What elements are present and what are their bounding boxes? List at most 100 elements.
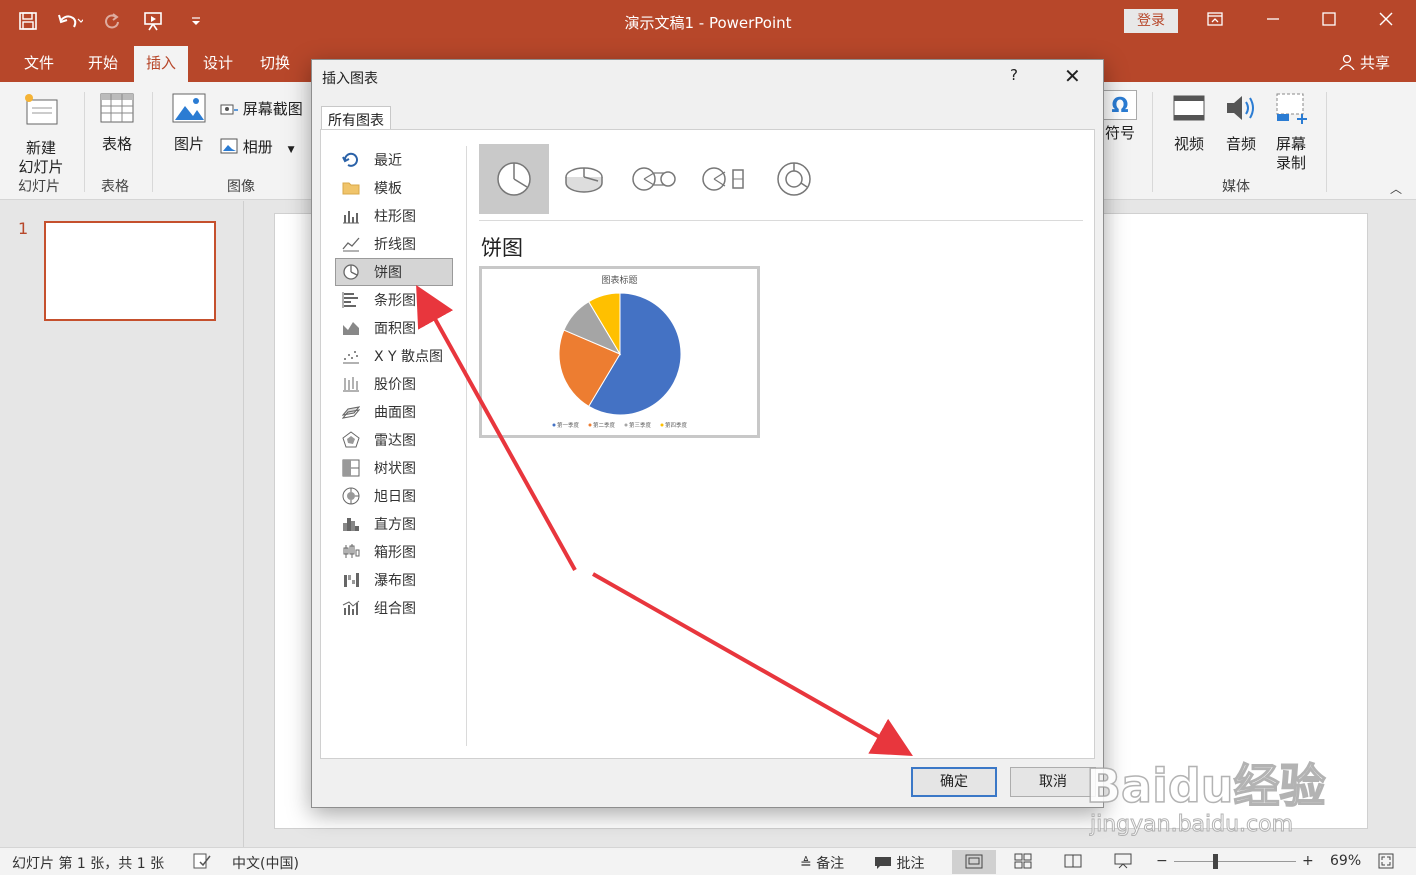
subtype-3d-pie[interactable]: [549, 144, 619, 214]
cancel-button[interactable]: 取消: [1010, 767, 1096, 797]
screen-recording-label: 屏幕 录制: [1275, 135, 1306, 172]
subtype-doughnut[interactable]: [759, 144, 829, 214]
insert-chart-dialog: 插入图表 ? ✕ 所有图表 最近 模板 柱形图 折线图 饼图 条形图 面积图 X Y 散点图股…: [311, 59, 1104, 808]
close-window-icon[interactable]: [1366, 6, 1406, 36]
chart-category-label: 柱形图: [374, 209, 416, 225]
video-button[interactable]: 视频: [1168, 90, 1210, 154]
ribbon-display-options-icon[interactable]: [1195, 6, 1235, 36]
chart-category-label: 组合图: [374, 601, 416, 617]
fit-slide-icon[interactable]: [1378, 853, 1394, 873]
chart-category-item[interactable]: X Y 散点图: [335, 342, 453, 370]
subtype-title: 饼图: [481, 236, 523, 260]
symbol-button[interactable]: Ω 符号: [1102, 90, 1138, 143]
chart-category-item[interactable]: 直方图: [335, 510, 453, 538]
normal-view-icon[interactable]: [952, 850, 996, 874]
chart-category-label: 模板: [374, 181, 402, 197]
chart-category-item[interactable]: 曲面图: [335, 398, 453, 426]
zoom-level[interactable]: 69%: [1330, 853, 1361, 869]
video-label: 视频: [1173, 135, 1204, 153]
language[interactable]: 中文(中国): [232, 853, 299, 873]
help-button[interactable]: ?: [1010, 66, 1018, 84]
chart-category-item[interactable]: 最近: [335, 146, 453, 174]
zoom-slider-thumb[interactable]: [1213, 854, 1218, 869]
zoom-out-icon[interactable]: −: [1156, 853, 1168, 869]
spell-check-icon[interactable]: [193, 853, 211, 873]
zoom-slider-track[interactable]: [1174, 861, 1296, 862]
subtype-pie[interactable]: [479, 144, 549, 214]
reading-view-icon[interactable]: [1064, 853, 1082, 873]
divider: [479, 220, 1083, 221]
chart-category-item[interactable]: 条形图: [335, 286, 453, 314]
slide-sorter-view-icon[interactable]: [1014, 853, 1032, 873]
album-icon: [220, 138, 243, 156]
picture-icon: [168, 90, 210, 131]
login-button[interactable]: 登录: [1124, 9, 1178, 33]
treemap-chart-icon: [342, 459, 360, 477]
waterfall-chart-icon: [344, 573, 359, 587]
screen-recording-button[interactable]: 屏幕 录制: [1270, 90, 1312, 173]
subtype-bar-of-pie[interactable]: [689, 144, 759, 214]
chart-category-item[interactable]: 模板: [335, 174, 453, 202]
screenshot-button[interactable]: 屏幕截图: [220, 100, 303, 119]
chart-category-label: 曲面图: [374, 405, 416, 421]
zoom-in-icon[interactable]: +: [1302, 853, 1314, 869]
share-label: 共享: [1359, 54, 1390, 72]
divider: [466, 146, 467, 746]
tab-file[interactable]: 文件: [24, 52, 54, 73]
line-chart-icon: [342, 237, 360, 252]
chart-preview[interactable]: 图表标题 第一季度 第二季度 第三季度 第四季度: [479, 266, 760, 438]
chart-category-label: 饼图: [374, 265, 402, 281]
dialog-body: 最近 模板 柱形图 折线图 饼图 条形图 面积图 X Y 散点图 股价图 曲面图 雷达图 树状图 旭日图…: [320, 129, 1095, 759]
share-button[interactable]: 共享: [1339, 52, 1390, 73]
comments-label: 批注: [896, 856, 925, 872]
chart-category-item[interactable]: 瀑布图: [335, 566, 453, 594]
chart-category-list: 最近模板柱形图折线图饼图条形图面积图 X Y 散点图 股价图曲面图雷达图 树状图旭日图…: [335, 146, 453, 622]
table-button[interactable]: 表格: [96, 90, 138, 154]
collapse-ribbon-icon[interactable]: ︿: [1390, 180, 1402, 197]
slide-number: 1: [18, 219, 29, 238]
chart-category-item[interactable]: 树状图: [335, 454, 453, 482]
new-slide-button[interactable]: 新建 幻灯片: [12, 90, 70, 177]
combo-chart-icon: [342, 600, 360, 615]
ribbon-separator: [1152, 92, 1153, 192]
chart-category-item[interactable]: 饼图: [335, 258, 453, 286]
chart-category-item[interactable]: 柱形图: [335, 202, 453, 230]
ok-button[interactable]: 确定: [911, 767, 997, 797]
pie-chart: 第一季度 第二季度 第三季度 第四季度: [552, 292, 688, 429]
new-slide-icon: [12, 90, 70, 135]
chart-category-item[interactable]: 股价图: [335, 370, 453, 398]
legend-marker: [552, 423, 556, 427]
notes-button[interactable]: ≜ 备注: [800, 853, 844, 873]
chart-category-label: 旭日图: [374, 489, 416, 505]
comments-button[interactable]: 批注: [874, 853, 924, 873]
chart-category-label: 折线图: [374, 237, 416, 253]
chart-category-item[interactable]: 箱形图: [335, 538, 453, 566]
chart-category-item[interactable]: 面积图: [335, 314, 453, 342]
chart-category-label: 面积图: [374, 321, 416, 337]
tab-transitions[interactable]: 切换: [260, 52, 290, 73]
group-label-images: 图像: [227, 179, 255, 195]
chart-category-item[interactable]: 折线图: [335, 230, 453, 258]
maximize-icon[interactable]: [1309, 6, 1349, 36]
audio-button[interactable]: 音频: [1220, 90, 1262, 154]
chart-category-item[interactable]: 旭日图: [335, 482, 453, 510]
speaker-icon: [1220, 90, 1262, 131]
chart-category-label: 条形图: [374, 293, 416, 309]
slide-thumbnail[interactable]: [44, 221, 216, 321]
chart-category-item[interactable]: 组合图: [335, 594, 453, 622]
tab-home[interactable]: 开始: [88, 52, 118, 73]
folder-icon: [342, 182, 360, 195]
subtype-pie-of-pie[interactable]: [619, 144, 689, 214]
comment-icon: [874, 856, 896, 872]
slideshow-view-icon[interactable]: [1114, 853, 1132, 873]
chart-category-item[interactable]: 雷达图: [335, 426, 453, 454]
scatter-chart-icon: [343, 351, 359, 364]
album-button[interactable]: 相册 ▼: [220, 138, 295, 160]
status-bar: 幻灯片 第 1 张，共 1 张 中文(中国) ≜ 备注 批注 − + 69%: [0, 847, 1416, 875]
close-icon[interactable]: ✕: [1064, 64, 1081, 88]
picture-button[interactable]: 图片: [168, 90, 210, 154]
tab-design[interactable]: 设计: [203, 52, 233, 73]
tab-insert[interactable]: 插入: [134, 46, 189, 82]
screenshot-label: 屏幕截图: [242, 100, 303, 118]
minimize-icon[interactable]: [1253, 6, 1293, 36]
